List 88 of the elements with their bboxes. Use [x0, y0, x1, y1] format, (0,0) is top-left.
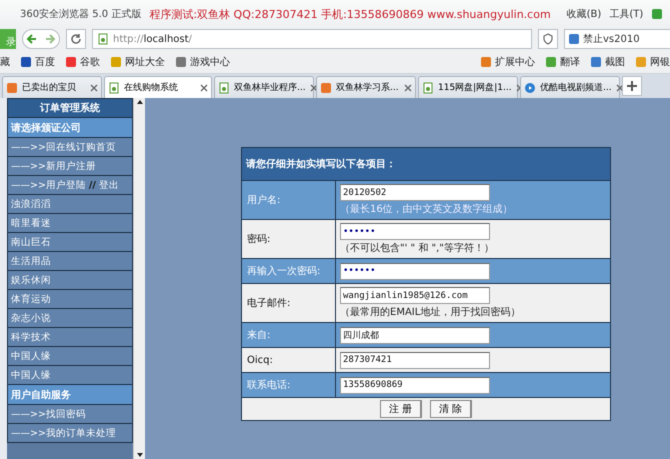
- shop-icon: [6, 82, 18, 94]
- input-field[interactable]: ••••••: [340, 262, 490, 280]
- back-icon[interactable]: [26, 33, 38, 45]
- bookmark-item[interactable]: 百度: [20, 54, 55, 68]
- sidebar-item[interactable]: 科学技术: [7, 328, 133, 347]
- sidebar-link[interactable]: ——>>用户登陆: [11, 178, 86, 192]
- bookmark-icon: [110, 56, 122, 68]
- search-engine-icon: [568, 33, 580, 45]
- toolbar-icon: [635, 56, 647, 68]
- sidebar-section-header: 用户自助服务: [7, 385, 133, 405]
- menu-item[interactable]: 工具(T): [609, 7, 644, 21]
- form-button[interactable]: 清 除: [430, 400, 472, 418]
- bookmark-item[interactable]: 藏: [0, 54, 10, 68]
- browser-tab[interactable]: 双鱼林毕业程序...: [214, 76, 314, 98]
- shield-button[interactable]: [538, 29, 558, 49]
- sidebar-item[interactable]: 体育运动: [7, 290, 133, 309]
- shield-icon: [542, 33, 554, 45]
- toolbar-icon: [590, 56, 602, 68]
- bookmark-icon: [65, 56, 77, 68]
- field-label: 联系电话:: [242, 373, 336, 397]
- bookmark-icon: [20, 56, 32, 68]
- sidebar-item[interactable]: ——>>用户登陆 // 登出: [7, 176, 133, 195]
- field-label: Oicq:: [242, 348, 336, 372]
- sidebar-item[interactable]: 中国人缘: [7, 347, 133, 366]
- sidebar-item[interactable]: 南山巨石: [7, 233, 133, 252]
- sidebar-item[interactable]: 暗里看迷: [7, 214, 133, 233]
- page-icon: [422, 82, 434, 94]
- field-label: 电子邮件:: [242, 284, 336, 322]
- sidebar-item[interactable]: ——>>找回密码: [7, 405, 133, 424]
- toolbar-item[interactable]: 网银: [635, 54, 670, 68]
- input-field[interactable]: 20120502: [340, 184, 490, 201]
- page-icon: [97, 33, 109, 45]
- sidebar-item[interactable]: 娱乐休闲: [7, 271, 133, 290]
- field-label: 密码:: [242, 220, 336, 258]
- refresh-icon: [70, 33, 82, 45]
- input-field[interactable]: ••••••: [340, 223, 490, 240]
- sidebar-title: 订单管理系统: [7, 98, 133, 118]
- toolbar-item[interactable]: 截图: [590, 54, 625, 68]
- scroll-down-icon[interactable]: [136, 451, 144, 459]
- toolbar-icon: [545, 56, 557, 68]
- sidebar-link[interactable]: 登出: [98, 178, 119, 192]
- sidebar-item[interactable]: 生活用品: [7, 252, 133, 271]
- browser-tab[interactable]: 在线购物系统: [104, 76, 212, 98]
- field-label: 用户名:: [242, 181, 336, 219]
- toolbar-item[interactable]: 扩展中心: [480, 54, 535, 68]
- banner-text: 程序测试:双鱼林 QQ:287307421 手机:13558690869 www.shuangyulin.com: [149, 6, 551, 22]
- search-field[interactable]: 禁止vs2010: [564, 29, 670, 49]
- menu-item[interactable]: 收藏(B): [566, 7, 602, 21]
- separator-text: //: [88, 180, 96, 190]
- page-icon: [218, 82, 230, 94]
- sidebar-item[interactable]: ——>>我的订单未处理: [7, 424, 133, 443]
- bookmark-item[interactable]: 游戏中心: [175, 54, 230, 68]
- toolbar-item[interactable]: 翻译: [545, 54, 580, 68]
- bookmark-item[interactable]: 网址大全: [110, 54, 165, 68]
- browser-tab[interactable]: 优酷电视剧频道...: [520, 76, 620, 98]
- browser-tab[interactable]: 115网盘|网盘|1...: [418, 76, 518, 98]
- scrollbar[interactable]: [133, 98, 145, 459]
- input-field[interactable]: 四川成都: [340, 326, 490, 344]
- plus-icon: [627, 81, 637, 91]
- sidebar-section-header: 请选择颁证公司: [7, 118, 133, 138]
- sidebar-item[interactable]: 杂志小说: [7, 309, 133, 328]
- toolbar-icon: [480, 56, 492, 68]
- sidebar-item[interactable]: ——>>回在线订购首页: [7, 138, 133, 157]
- browser-tab[interactable]: 双鱼林学习系...: [316, 76, 416, 98]
- input-field[interactable]: 287307421: [340, 352, 490, 368]
- page-icon: [108, 82, 120, 94]
- refresh-button[interactable]: [66, 29, 86, 49]
- input-field[interactable]: 13558690869: [340, 376, 490, 394]
- sidebar-item[interactable]: 中国人缘: [7, 366, 133, 385]
- form-button[interactable]: 注 册: [380, 400, 422, 418]
- address-field[interactable]: http://localhost/: [92, 29, 532, 49]
- input-field[interactable]: wangjianlin1985@126.com: [340, 287, 490, 304]
- new-tab-button[interactable]: [622, 76, 642, 96]
- field-hint: （最常用的EMAIL地址，用于找回密码）: [340, 306, 522, 319]
- field-hint: （不可以包含"' " 和 ","等字符！）: [340, 242, 495, 255]
- sidebar-item[interactable]: ——>>新用户注册: [7, 157, 133, 176]
- sidebar-item[interactable]: 浊浪滔滔: [7, 195, 133, 214]
- bookmark-icon: [175, 56, 187, 68]
- field-hint: （最长16位，由中文英文及数字组成）: [340, 202, 514, 216]
- window-title: 360安全浏览器 5.0 正式版: [20, 8, 142, 21]
- field-label: 再输入一次密码:: [242, 259, 336, 283]
- play-icon: [524, 82, 536, 94]
- shop-icon: [320, 82, 332, 94]
- field-label: 来自:: [242, 323, 336, 347]
- form-title: 请您仔细并如实填写以下各项目：: [242, 148, 610, 181]
- nav-buttons[interactable]: [22, 29, 60, 49]
- browser-tab[interactable]: 已卖出的宝贝: [2, 76, 102, 98]
- bookmark-item[interactable]: 谷歌: [65, 54, 100, 68]
